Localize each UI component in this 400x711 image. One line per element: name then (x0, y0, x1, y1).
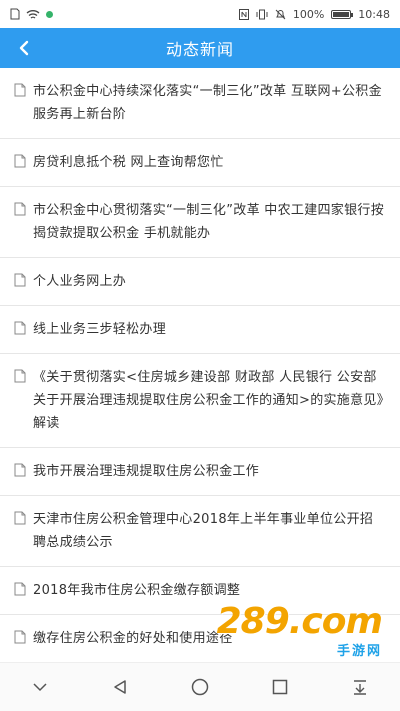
status-right: 100% 10:48 (238, 7, 390, 21)
page-title: 动态新闻 (165, 40, 234, 59)
nav-home-button[interactable] (185, 672, 215, 702)
status-bar: 100% 10:48 (0, 0, 400, 28)
watermark-sub: 手游网 (336, 644, 382, 659)
news-item-title: 市公积金中心贯彻落实“一制三化”改革 中农工建四家银行按揭贷款提取公积金 手机就… (33, 203, 385, 241)
system-nav-bar (0, 662, 400, 711)
news-item-title: 缴存住房公积金的好处和使用途径 (33, 631, 233, 646)
document-icon (14, 154, 26, 168)
wifi-icon (26, 9, 40, 19)
notification-dot-icon (46, 10, 53, 18)
triangle-back-icon (114, 680, 126, 694)
nav-recents-button[interactable] (265, 672, 295, 702)
document-icon (14, 369, 26, 383)
nav-notification-button[interactable] (345, 672, 375, 702)
news-item[interactable]: 房贷利息抵个税 网上查询帮您忙 (0, 139, 400, 187)
news-item-title: 线上业务三步轻松办理 (33, 322, 167, 337)
news-item-title: 天津市住房公积金管理中心2018年上半年事业单位公开招聘总成绩公示 (33, 512, 374, 550)
document-icon (14, 463, 26, 477)
battery-percent: 100% (292, 7, 325, 21)
document-icon (14, 273, 26, 287)
news-item-title: 市公积金中心持续深化落实“一制三化”改革 互联网+公积金服务再上新台阶 (33, 84, 382, 122)
nfc-icon (238, 8, 249, 20)
status-left (10, 8, 53, 20)
document-icon (14, 511, 26, 525)
battery-icon (331, 9, 354, 19)
news-item-title: 2018年我市住房公积金缴存额调整 (33, 583, 241, 598)
news-list: 市公积金中心持续深化落实“一制三化”改革 互联网+公积金服务再上新台阶房贷利息抵… (0, 68, 400, 663)
news-item-title: 房贷利息抵个税 网上查询帮您忙 (33, 155, 224, 170)
pull-down-icon (354, 680, 366, 695)
mute-icon (275, 9, 286, 19)
news-item[interactable]: 线上业务三步轻松办理 (0, 306, 400, 354)
nav-hide-button[interactable] (25, 672, 55, 702)
vibrate-icon (256, 9, 268, 19)
sim-icon (10, 8, 20, 20)
document-icon (14, 83, 26, 97)
news-item[interactable]: 我市开展治理违规提取住房公积金工作 (0, 448, 400, 496)
title-bar: 动态新闻 (0, 28, 400, 68)
battery-fill (333, 11, 350, 17)
news-item[interactable]: 《关于贯彻落实<住房城乡建设部 财政部 人民银行 公安部关于开展治理违规提取住房… (0, 354, 400, 448)
news-item-title: 个人业务网上办 (33, 274, 127, 289)
news-item[interactable]: 市公积金中心贯彻落实“一制三化”改革 中农工建四家银行按揭贷款提取公积金 手机就… (0, 187, 400, 258)
document-icon (14, 630, 26, 644)
document-icon (14, 202, 26, 216)
news-item[interactable]: 市公积金中心持续深化落实“一制三化”改革 互联网+公积金服务再上新台阶 (0, 68, 400, 139)
news-item-title: 《关于贯彻落实<住房城乡建设部 财政部 人民银行 公安部关于开展治理违规提取住房… (33, 370, 384, 431)
chevron-left-icon (19, 40, 29, 56)
circle-home-icon (191, 678, 209, 696)
news-item[interactable]: 天津市住房公积金管理中心2018年上半年事业单位公开招聘总成绩公示 (0, 496, 400, 567)
document-icon (14, 321, 26, 335)
document-icon (14, 582, 26, 596)
chevron-down-icon (33, 683, 47, 692)
watermark: 289.com 手游网 (216, 601, 383, 660)
watermark-brand: 289.com (216, 601, 383, 642)
clock: 10:48 (358, 7, 390, 21)
back-button[interactable] (10, 34, 38, 62)
nav-back-button[interactable] (105, 672, 135, 702)
news-item[interactable]: 个人业务网上办 (0, 258, 400, 306)
news-item-title: 我市开展治理违规提取住房公积金工作 (33, 464, 260, 479)
square-recents-icon (272, 679, 288, 695)
